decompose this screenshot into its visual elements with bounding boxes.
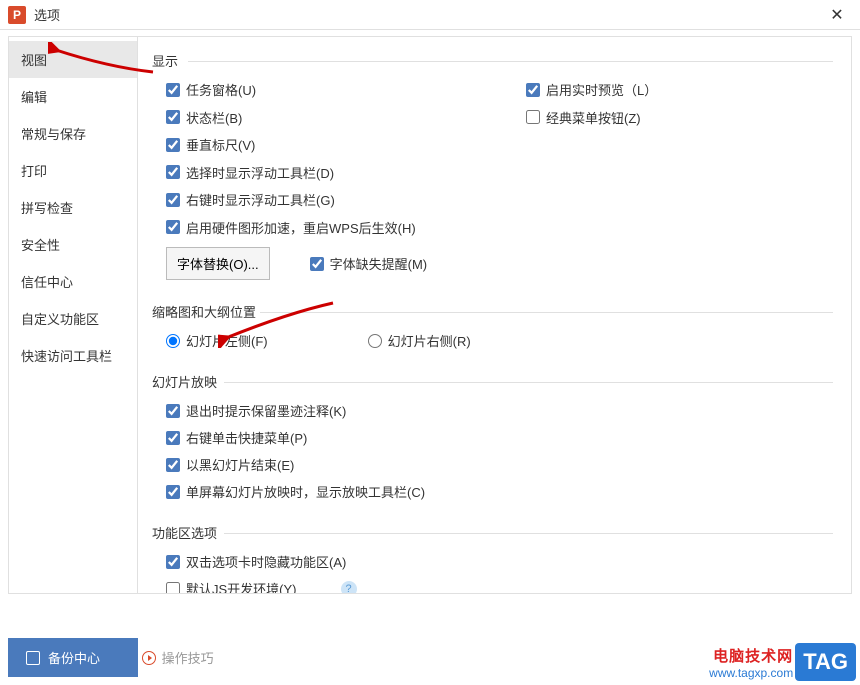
sidebar-item-0[interactable]: 视图 bbox=[9, 41, 137, 78]
close-button[interactable]: ✕ bbox=[822, 1, 852, 29]
checkbox-hide-ribbon[interactable]: 双击选项卡时隐藏功能区(A) bbox=[166, 552, 346, 571]
checkbox-task-pane[interactable]: 任务窗格(U) bbox=[166, 80, 256, 99]
checkbox-rightclick-menu[interactable]: 右键单击快捷菜单(P) bbox=[166, 428, 307, 447]
sidebar-item-6[interactable]: 信任中心 bbox=[9, 263, 137, 300]
checkbox-js-env[interactable]: 默认JS开发环境(Y) bbox=[166, 579, 297, 594]
checkbox-realtime-preview[interactable]: 启用实时预览（L） bbox=[526, 80, 657, 99]
sidebar-item-2[interactable]: 常规与保存 bbox=[9, 115, 137, 152]
font-replace-button[interactable]: 字体替换(O)... bbox=[166, 247, 270, 280]
section-ribbon-title: 功能区选项 bbox=[152, 519, 833, 546]
checkbox-font-missing[interactable]: 字体缺失提醒(M) bbox=[310, 254, 428, 273]
tips-link[interactable]: 操作技巧 bbox=[142, 648, 214, 667]
window-title: 选项 bbox=[34, 5, 822, 24]
sidebar-item-1[interactable]: 编辑 bbox=[9, 78, 137, 115]
radio-thumb-left[interactable]: 幻灯片左侧(F) bbox=[166, 331, 268, 350]
checkbox-classic-menu[interactable]: 经典菜单按钮(Z) bbox=[526, 108, 641, 127]
checkbox-end-black[interactable]: 以黑幻灯片结束(E) bbox=[166, 455, 294, 474]
sidebar-item-4[interactable]: 拼写检查 bbox=[9, 189, 137, 226]
app-icon: P bbox=[8, 6, 26, 24]
checkbox-vertical-ruler[interactable]: 垂直标尺(V) bbox=[166, 135, 255, 154]
play-icon bbox=[142, 651, 156, 665]
checkbox-show-toolbar[interactable]: 单屏幕幻灯片放映时，显示放映工具栏(C) bbox=[166, 482, 425, 501]
sidebar-item-7[interactable]: 自定义功能区 bbox=[9, 300, 137, 337]
section-display-title: 显示 bbox=[152, 47, 833, 74]
checkbox-hw-accel[interactable]: 启用硬件图形加速，重启WPS后生效(H) bbox=[166, 218, 416, 237]
titlebar: P 选项 ✕ bbox=[0, 0, 860, 30]
sidebar-item-5[interactable]: 安全性 bbox=[9, 226, 137, 263]
radio-thumb-right[interactable]: 幻灯片右侧(R) bbox=[368, 331, 471, 350]
sidebar-item-8[interactable]: 快速访问工具栏 bbox=[9, 337, 137, 374]
content-pane: 显示 任务窗格(U) 启用实时预览（L） 状态栏(B) 经典菜单按钮(Z) 垂直… bbox=[138, 36, 852, 594]
backup-icon bbox=[26, 651, 40, 665]
backup-center-button[interactable]: 备份中心 bbox=[8, 638, 138, 677]
section-thumbnail-title: 缩略图和大纲位置 bbox=[152, 298, 833, 325]
checkbox-status-bar[interactable]: 状态栏(B) bbox=[166, 108, 242, 127]
checkbox-float-toolbar-rightclick[interactable]: 右键时显示浮动工具栏(G) bbox=[166, 190, 335, 209]
sidebar-item-3[interactable]: 打印 bbox=[9, 152, 137, 189]
watermark: 电脑技术网 www.tagxp.com TAG bbox=[709, 643, 856, 681]
sidebar: 视图编辑常规与保存打印拼写检查安全性信任中心自定义功能区快速访问工具栏 bbox=[8, 36, 138, 594]
checkbox-ink-prompt[interactable]: 退出时提示保留墨迹注释(K) bbox=[166, 401, 346, 420]
help-icon[interactable]: ? bbox=[341, 581, 357, 595]
section-slideshow-title: 幻灯片放映 bbox=[152, 368, 833, 395]
checkbox-float-toolbar-select[interactable]: 选择时显示浮动工具栏(D) bbox=[166, 163, 334, 182]
